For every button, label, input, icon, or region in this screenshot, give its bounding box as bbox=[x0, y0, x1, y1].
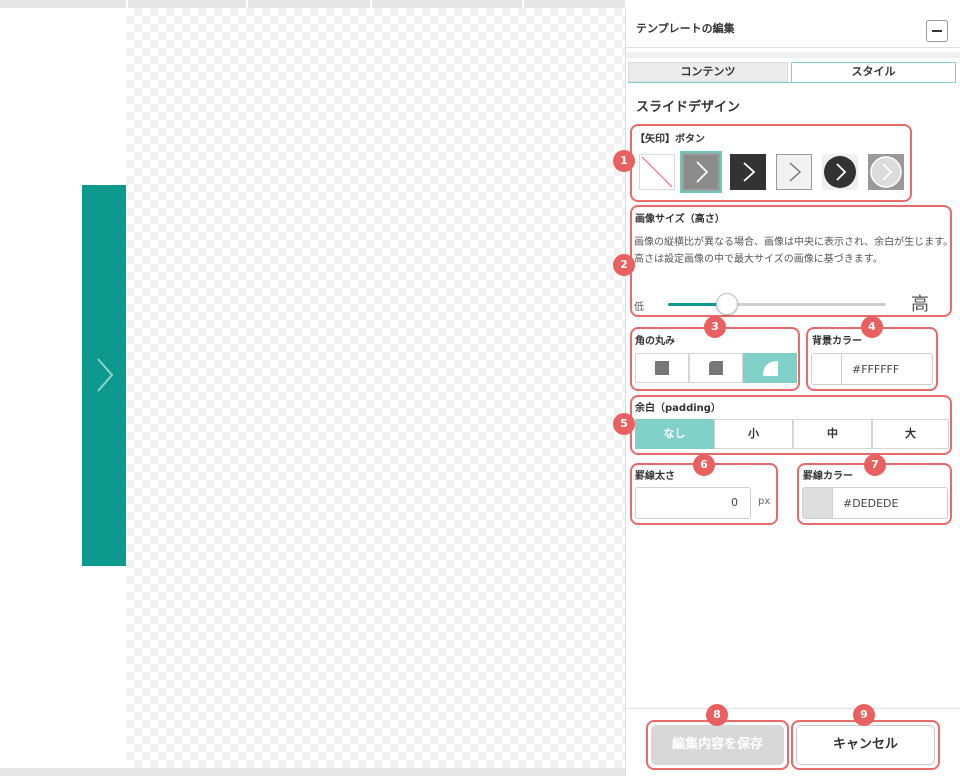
bg-color-value: #FFFFFF bbox=[852, 363, 900, 376]
arrow-button-label: 【矢印】ボタン bbox=[635, 134, 705, 145]
footer-divider bbox=[626, 708, 960, 709]
annotation-badge-4: 4 bbox=[861, 316, 883, 338]
annotation-badge-3: 3 bbox=[704, 316, 726, 338]
corner-option-square[interactable] bbox=[635, 353, 689, 383]
padding-option-large-label: 大 bbox=[905, 427, 916, 440]
panel-title: テンプレートの編集 bbox=[636, 22, 735, 35]
annotation-badge-6: 6 bbox=[693, 454, 715, 476]
chevron-square-gray-icon bbox=[680, 151, 722, 193]
arrow-option-none[interactable] bbox=[639, 154, 675, 190]
border-width-label: 罫線太さ bbox=[635, 471, 675, 482]
border-width-unit: px bbox=[758, 496, 771, 507]
padding-option-none-label: なし bbox=[663, 427, 686, 440]
annotation-badge-8: 8 bbox=[706, 704, 728, 726]
top-strip bbox=[0, 0, 625, 8]
chevron-square-dark-icon bbox=[730, 154, 766, 190]
panel-header: テンプレートの編集 bbox=[626, 8, 960, 48]
slider-high-label: 高 bbox=[911, 294, 929, 315]
chevron-square-outline-icon bbox=[776, 154, 812, 190]
no-arrow-icon bbox=[639, 154, 675, 190]
border-color-label: 罫線カラー bbox=[803, 471, 853, 482]
bg-color-field[interactable]: #FFFFFF bbox=[811, 353, 933, 385]
tab-contents[interactable]: コンテンツ bbox=[628, 62, 788, 82]
border-color-value: #DEDEDE bbox=[843, 497, 899, 510]
minus-icon bbox=[932, 30, 942, 32]
save-button[interactable]: 編集内容を保存 bbox=[651, 725, 784, 765]
corner-option-rounded-small[interactable] bbox=[689, 353, 743, 383]
corner-option-rounded-large[interactable] bbox=[743, 353, 797, 383]
annotation-badge-5: 5 bbox=[613, 413, 635, 435]
edit-panel: テンプレートの編集 コンテンツ スタイル スライドデザイン 【矢印】ボタン 画像… bbox=[613, 8, 960, 776]
annotation-badge-1: 1 bbox=[613, 150, 635, 172]
corner-label: 角の丸み bbox=[635, 336, 675, 347]
border-color-swatch[interactable] bbox=[803, 488, 833, 518]
collapse-button[interactable] bbox=[926, 20, 948, 42]
rounded-corner-icon bbox=[709, 361, 723, 375]
tab-underline bbox=[628, 82, 956, 83]
padding-option-none[interactable]: なし bbox=[635, 419, 714, 449]
square-corner-icon bbox=[655, 361, 669, 375]
slider-low-label: 低 bbox=[634, 302, 644, 313]
padding-option-large[interactable]: 大 bbox=[872, 419, 949, 449]
padding-label: 余白（padding） bbox=[635, 403, 721, 414]
slider-thumb[interactable] bbox=[716, 293, 738, 315]
padding-option-medium[interactable]: 中 bbox=[793, 419, 872, 449]
bg-color-swatch[interactable] bbox=[812, 354, 842, 384]
image-size-slider[interactable] bbox=[668, 303, 886, 306]
round-corner-icon bbox=[763, 361, 778, 376]
arrow-option-circle-light[interactable] bbox=[868, 154, 904, 190]
annotation-badge-7: 7 bbox=[864, 454, 886, 476]
section-title: スライドデザイン bbox=[636, 100, 741, 115]
cancel-button[interactable]: キャンセル bbox=[796, 725, 935, 765]
annotation-badge-2: 2 bbox=[613, 254, 635, 276]
chevron-right-icon[interactable] bbox=[94, 357, 114, 393]
slide-preview bbox=[82, 185, 126, 566]
border-width-input[interactable]: 0 bbox=[635, 487, 751, 519]
arrow-option-square-dark[interactable] bbox=[730, 154, 766, 190]
chevron-circle-dark-icon bbox=[822, 154, 858, 190]
padding-option-small[interactable]: 小 bbox=[714, 419, 793, 449]
arrow-option-square-gray[interactable] bbox=[680, 151, 722, 193]
arrow-option-square-outline[interactable] bbox=[776, 154, 812, 190]
bottom-strip bbox=[0, 768, 625, 776]
tab-style[interactable]: スタイル bbox=[791, 62, 956, 82]
chevron-circle-light-icon bbox=[868, 154, 904, 190]
panel-separator bbox=[626, 52, 960, 58]
padding-option-medium-label: 中 bbox=[827, 427, 838, 440]
arrow-option-circle-dark[interactable] bbox=[822, 154, 858, 190]
image-size-label: 画像サイズ（高さ） bbox=[635, 214, 725, 225]
bg-color-label: 背景カラー bbox=[812, 336, 862, 347]
padding-option-small-label: 小 bbox=[748, 427, 759, 440]
preview-canvas bbox=[126, 8, 625, 768]
border-color-field[interactable]: #DEDEDE bbox=[802, 487, 948, 519]
image-size-description: 画像の縦横比が異なる場合、画像は中央に表示され、余白が生じます。高さは設定画像の… bbox=[634, 237, 954, 265]
annotation-badge-9: 9 bbox=[853, 704, 875, 726]
